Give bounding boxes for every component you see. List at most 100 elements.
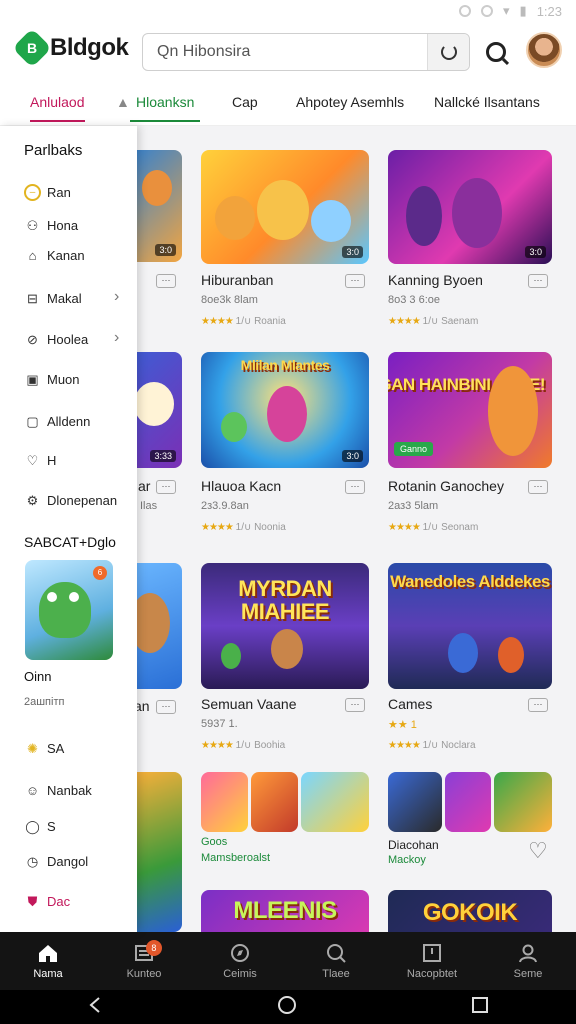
- video-title[interactable]: Diacohan: [388, 838, 439, 852]
- battery-icon: ▮: [519, 3, 527, 18]
- character-image: [134, 382, 174, 426]
- thumbnail-banner: MYRDAN MIAHIEE: [238, 576, 332, 625]
- character-image: [39, 582, 91, 638]
- nav-inbox[interactable]: Nacopbtet: [384, 932, 480, 990]
- chevron-right-icon: ›: [114, 329, 120, 346]
- sidebar-item[interactable]: ⚙ Dlonepenan: [24, 492, 117, 509]
- sidebar-item[interactable]: ✺ SA: [24, 740, 64, 757]
- video-thumbnail[interactable]: [388, 772, 442, 832]
- video-title[interactable]: Rotanin Ganochey: [388, 478, 504, 494]
- character-image: [488, 366, 538, 456]
- video-thumbnail[interactable]: MYRDAN MIAHIEE: [201, 563, 369, 689]
- nav-home[interactable]: Nama: [0, 932, 96, 990]
- character-image: [221, 412, 247, 442]
- video-title[interactable]: Hlauoa Kacn: [201, 478, 281, 494]
- featured-title[interactable]: Oinn: [24, 669, 51, 684]
- more-options-button[interactable]: ⋯: [345, 698, 365, 712]
- chevron-right-icon: ›: [114, 288, 120, 305]
- sidebar-item[interactable]: – Ran: [24, 184, 71, 201]
- video-thumbnail[interactable]: [251, 772, 298, 832]
- avatar[interactable]: [526, 32, 562, 68]
- more-options-button[interactable]: ⋯: [156, 700, 176, 714]
- tab-5[interactable]: Nallcké Ilsantans: [434, 94, 540, 110]
- sidebar-item[interactable]: ⛊ Dac: [24, 893, 71, 910]
- nav-profile[interactable]: Seme: [480, 932, 576, 990]
- gear-icon: ⚙: [26, 492, 39, 508]
- more-options-button[interactable]: ⋯: [528, 698, 548, 712]
- sidebar-item[interactable]: ☺ Nanbak: [24, 782, 92, 799]
- person-icon: [517, 942, 539, 964]
- sidebar-item[interactable]: ♡ H: [24, 452, 57, 469]
- search-submit-button[interactable]: [427, 34, 469, 70]
- back-icon[interactable]: [87, 996, 103, 1019]
- search-value: Qn Hibonsira: [157, 43, 251, 60]
- more-options-button[interactable]: ⋯: [156, 274, 176, 288]
- system-navigation: [0, 990, 576, 1024]
- sidebar-drawer: Parlbaks – Ran ⚇ Hona ⌂ Kanan ⊟ Makal › …: [0, 126, 137, 932]
- book-icon: ⊟: [27, 290, 38, 306]
- video-thumbnail[interactable]: Mlilan Mlantes 3:0: [201, 352, 369, 468]
- duration-badge: 3:0: [155, 244, 176, 256]
- more-options-button[interactable]: ⋯: [345, 274, 365, 288]
- search-input[interactable]: Qn Hibonsira: [142, 33, 470, 71]
- video-thumbnail[interactable]: [445, 772, 491, 832]
- smile-icon: ☺: [25, 783, 40, 798]
- video-thumbnail[interactable]: [201, 772, 248, 832]
- character-image: [267, 386, 307, 442]
- sidebar-item[interactable]: ⊘ Hoolea: [24, 331, 88, 348]
- video-thumbnail[interactable]: [494, 772, 552, 832]
- home-button-icon[interactable]: [277, 995, 297, 1020]
- search-icon: [325, 942, 347, 964]
- character-image: [221, 643, 241, 669]
- video-title[interactable]: Goos: [201, 836, 227, 848]
- sidebar-item[interactable]: ▢ Alldenn: [24, 413, 90, 430]
- recents-icon[interactable]: [471, 996, 489, 1019]
- sidebar-item[interactable]: ⊟ Makal: [24, 290, 82, 307]
- video-thumbnail[interactable]: 3:0: [388, 150, 552, 264]
- video-thumbnail[interactable]: Wanedoles Alddekes: [388, 563, 552, 689]
- duration-badge: 3:0: [342, 246, 363, 258]
- people-icon: ⚇: [26, 217, 39, 233]
- video-title[interactable]: Cames: [388, 696, 432, 712]
- video-thumbnail[interactable]: [301, 772, 369, 832]
- video-thumbnail[interactable]: ALAGAN HAINBINI JAME! Ganno: [388, 352, 552, 468]
- video-thumbnail[interactable]: MLEENIS: [201, 890, 369, 932]
- tab-4[interactable]: Ahpotey Asemhls: [296, 94, 404, 110]
- tab-1[interactable]: Anlulaod: [30, 94, 85, 122]
- tab-2[interactable]: Hloanksn: [129, 94, 201, 122]
- app-logo[interactable]: B Bldgok: [12, 28, 129, 68]
- sidebar-item[interactable]: ⌂ Kanan: [24, 247, 85, 264]
- logo-mark-icon: B: [12, 28, 52, 68]
- thumbnail-banner: GOKOIK: [422, 899, 518, 926]
- video-thumbnail[interactable]: GOKOIK: [388, 890, 552, 932]
- video-meta: ★★★★ 1/∪ Seonam: [388, 522, 479, 533]
- more-options-button[interactable]: ⋯: [345, 480, 365, 494]
- video-meta: ★★★★ 1/∪ Noonia: [201, 522, 286, 533]
- moon-icon: ◯: [25, 818, 40, 834]
- sidebar-item[interactable]: ◯ S: [24, 818, 55, 835]
- sidebar-item[interactable]: ▣ Muon: [24, 371, 79, 388]
- video-channel: Mamsberoalst: [201, 852, 271, 864]
- search-icon[interactable]: [486, 42, 506, 62]
- video-title[interactable]: ar: [138, 478, 150, 494]
- more-options-button[interactable]: ⋯: [156, 480, 176, 494]
- sidebar-item[interactable]: ⚇ Hona: [24, 217, 78, 234]
- nav-search[interactable]: Tlaee: [288, 932, 384, 990]
- character-image: [452, 178, 502, 248]
- category-chip[interactable]: Ganno: [394, 442, 434, 456]
- heart-icon[interactable]: ♡: [528, 838, 548, 864]
- nav-explore[interactable]: Ceimis: [192, 932, 288, 990]
- sidebar-item[interactable]: ◷ Dangol: [24, 853, 88, 870]
- tab-3[interactable]: Cap: [232, 94, 258, 110]
- more-options-button[interactable]: ⋯: [528, 274, 548, 288]
- video-thumbnail[interactable]: 3:0: [201, 150, 369, 264]
- app-root: ▾ ▮ 1:23 B Bldgok Qn Hibonsira Anlulaod …: [0, 0, 576, 1024]
- featured-thumbnail[interactable]: 6: [25, 560, 113, 660]
- notification-badge: 8: [145, 940, 162, 956]
- nav-library[interactable]: 8 Kunteo: [96, 932, 192, 990]
- video-title[interactable]: Hiburanban: [201, 272, 273, 288]
- video-title[interactable]: Kanning Byoen: [388, 272, 483, 288]
- more-options-button[interactable]: ⋯: [528, 480, 548, 494]
- rating-stars: ★★★★: [388, 316, 421, 327]
- video-title[interactable]: Semuan Vaane: [201, 696, 296, 712]
